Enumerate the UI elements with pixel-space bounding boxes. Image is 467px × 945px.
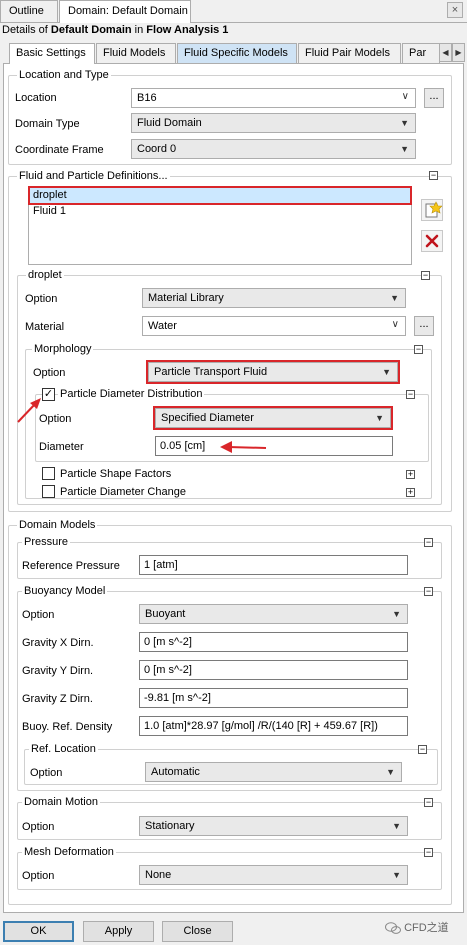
ref-pressure-label: Reference Pressure [22, 560, 120, 572]
delete-icon [425, 234, 439, 248]
delete-item-button[interactable] [421, 230, 443, 252]
location-type-title: Location and Type [17, 69, 111, 81]
domain-type-select[interactable]: Fluid Domain ▼ [131, 113, 416, 133]
domain-motion-title: Domain Motion [22, 796, 100, 808]
location-browse-button[interactable]: ... [424, 88, 444, 108]
material-browse-button[interactable]: ... [414, 316, 434, 336]
ref-location-option-select[interactable]: Automatic ▼ [145, 762, 402, 782]
dropdown-arrow-icon: ▼ [400, 118, 409, 128]
collapse-icon[interactable]: − [424, 798, 433, 807]
watermark: CFD之道 [385, 919, 449, 935]
dropdown-arrow-icon: ▼ [392, 821, 401, 831]
coord-frame-label: Coordinate Frame [15, 144, 104, 156]
expand-icon[interactable]: + [406, 488, 415, 497]
dropdown-arrow-icon: ▼ [375, 413, 384, 423]
wechat-icon [385, 922, 401, 934]
droplet-title: droplet [26, 269, 64, 281]
list-item-droplet[interactable]: droplet [28, 186, 412, 205]
list-item-fluid1[interactable]: Fluid 1 [33, 205, 66, 217]
ref-location-option-label: Option [30, 767, 63, 779]
material-option-select[interactable]: Material Library ▼ [142, 288, 406, 308]
gravity-x-label: Gravity X Dirn. [22, 637, 94, 649]
watermark-text: CFD之道 [404, 922, 449, 934]
tab-basic-settings[interactable]: Basic Settings [9, 43, 95, 64]
material-label: Material [25, 321, 65, 333]
tab-fluid-specific-models[interactable]: Fluid Specific Models [177, 43, 297, 63]
buoyancy-title: Buoyancy Model [22, 585, 108, 597]
buoyancy-option-select[interactable]: Buoyant ▼ [139, 604, 408, 624]
morphology-option-select[interactable]: Particle Transport Fluid ▼ [146, 360, 400, 384]
shape-factors-label: Particle Shape Factors [60, 468, 172, 480]
mesh-option-select[interactable]: None ▼ [139, 865, 408, 885]
morphology-title: Morphology [32, 343, 94, 355]
apply-button[interactable]: Apply [83, 921, 154, 942]
location-combo[interactable]: B16 ∨ [131, 88, 416, 108]
annotation-arrow-icon [220, 441, 267, 453]
expand-icon[interactable]: + [406, 470, 415, 479]
collapse-icon[interactable]: − [424, 587, 433, 596]
material-option-label: Option [25, 293, 58, 305]
close-icon[interactable]: × [447, 2, 463, 18]
diameter-change-label: Particle Diameter Change [60, 486, 186, 498]
dropdown-arrow-icon: ▼ [390, 293, 399, 303]
gravity-x-input[interactable]: 0 [m s^-2] [139, 632, 408, 652]
tab-fluid-pair-models[interactable]: Fluid Pair Models [298, 43, 401, 63]
domain-type-label: Domain Type [15, 118, 80, 130]
domain-models-title: Domain Models [17, 519, 98, 531]
diameter-label: Diameter [39, 441, 84, 453]
collapse-icon[interactable]: − [424, 538, 433, 547]
ref-pressure-input[interactable]: 1 [atm] [139, 555, 408, 575]
tab-scroll-right-icon[interactable]: ▶ [452, 43, 465, 62]
dropdown-arrow-icon: ▼ [382, 367, 391, 377]
coord-frame-select[interactable]: Coord 0 ▼ [131, 139, 416, 159]
collapse-icon[interactable]: − [418, 745, 427, 754]
collapse-icon[interactable]: − [414, 345, 423, 354]
chevron-down-icon: ∨ [391, 319, 399, 330]
morphology-option-label: Option [33, 367, 66, 379]
dropdown-arrow-icon: ▼ [392, 609, 401, 619]
close-button[interactable]: Close [162, 921, 233, 942]
tab-scroll-left-icon[interactable]: ◀ [439, 43, 452, 62]
collapse-icon[interactable]: − [421, 271, 430, 280]
pdd-title: Particle Diameter Distribution [58, 388, 205, 400]
details-header: Details of Default Domain in Flow Analys… [2, 24, 229, 36]
chevron-down-icon: ∨ [401, 91, 409, 102]
buoyancy-option-label: Option [22, 609, 55, 621]
gravity-y-label: Gravity Y Dirn. [22, 665, 94, 677]
tab-fluid-models[interactable]: Fluid Models [96, 43, 176, 63]
motion-option-label: Option [22, 821, 55, 833]
shape-factors-checkbox[interactable] [42, 467, 55, 480]
annotation-arrow-icon [17, 398, 41, 423]
pdd-option-select[interactable]: Specified Diameter ▼ [153, 406, 393, 430]
dropdown-arrow-icon: ▼ [392, 870, 401, 880]
motion-option-select[interactable]: Stationary ▼ [139, 816, 408, 836]
ref-location-title: Ref. Location [29, 743, 98, 755]
gravity-z-input[interactable]: -9.81 [m s^-2] [139, 688, 408, 708]
gravity-y-input[interactable]: 0 [m s^-2] [139, 660, 408, 680]
buoy-density-label: Buoy. Ref. Density [22, 721, 113, 733]
collapse-icon[interactable]: − [429, 171, 438, 180]
mesh-option-label: Option [22, 870, 55, 882]
dropdown-arrow-icon: ▼ [386, 767, 395, 777]
pressure-title: Pressure [22, 536, 71, 548]
tab-outline[interactable]: Outline [0, 0, 58, 22]
collapse-icon[interactable]: − [424, 848, 433, 857]
buoy-density-input[interactable]: 1.0 [atm]*28.97 [g/mol] /R/(140 [R] + 45… [139, 716, 408, 736]
ok-button[interactable]: OK [3, 921, 74, 942]
dropdown-arrow-icon: ▼ [400, 144, 409, 154]
mesh-deformation-title: Mesh Deformation [22, 846, 116, 858]
material-combo[interactable]: Water ∨ [142, 316, 406, 336]
gravity-z-label: Gravity Z Dirn. [22, 693, 93, 705]
location-label: Location [15, 92, 57, 104]
diameter-change-checkbox[interactable] [42, 485, 55, 498]
tab-domain[interactable]: Domain: Default Domain [59, 0, 191, 23]
collapse-icon[interactable]: − [406, 390, 415, 399]
fluid-defs-title: Fluid and Particle Definitions... [17, 170, 170, 182]
add-item-button[interactable] [421, 199, 443, 221]
diameter-input[interactable]: 0.05 [cm] [155, 436, 393, 456]
tab-particle-truncated[interactable]: Par [402, 43, 440, 63]
new-item-icon [425, 201, 443, 218]
